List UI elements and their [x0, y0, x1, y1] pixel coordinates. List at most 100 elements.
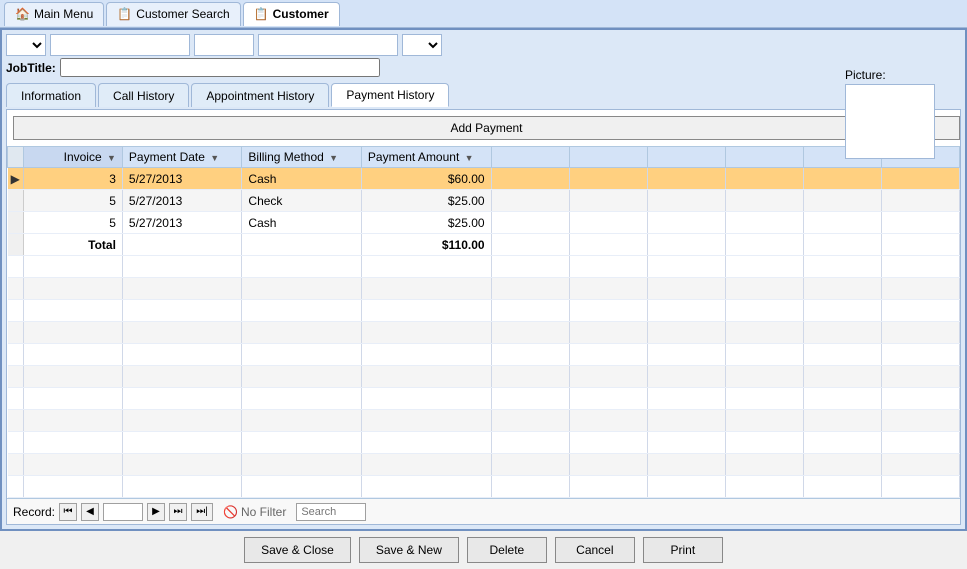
delete-button[interactable]: Delete	[467, 537, 547, 563]
cell-method-1: Cash	[242, 168, 361, 190]
invoice-sort-icon: ▼	[107, 153, 116, 163]
payment-amount-sort-icon: ▼	[465, 153, 474, 163]
cell-e4-1	[725, 168, 803, 190]
cell-e3-1	[647, 168, 725, 190]
tab-main-menu[interactable]: 🏠 Main Menu	[4, 2, 104, 26]
tab-main-menu-label: Main Menu	[34, 7, 93, 21]
first-name-input[interactable]: Test	[50, 34, 190, 56]
last-record-button[interactable]: ⏭	[169, 503, 187, 521]
suffix-dropdown[interactable]	[402, 34, 442, 56]
row-arrow-total	[8, 234, 24, 256]
cell-e4-2	[725, 190, 803, 212]
tab-information[interactable]: Information	[6, 83, 96, 107]
no-filter-section: 🚫 No Filter	[223, 505, 286, 519]
table-row[interactable]: 5 5/27/2013 Check $25.00	[8, 190, 960, 212]
title-dropdown[interactable]	[6, 34, 46, 56]
save-close-button[interactable]: Save & Close	[244, 537, 351, 563]
save-new-button[interactable]: Save & New	[359, 537, 459, 563]
billing-method-sort-icon: ▼	[329, 153, 338, 163]
cell-e5-2	[803, 190, 881, 212]
job-title-row: JobTitle:	[6, 58, 961, 77]
row-arrow-1: ▶	[8, 168, 24, 190]
table-row[interactable]: ▶ 3 5/27/2013 Cash $60.00	[8, 168, 960, 190]
col-extra4	[725, 147, 803, 168]
customer-search-icon: 📋	[117, 7, 132, 21]
empty-row	[8, 432, 960, 454]
tab-customer-search-label: Customer Search	[136, 7, 229, 21]
cell-amount-3: $25.00	[361, 212, 491, 234]
record-label: Record:	[13, 505, 55, 519]
col-payment-date-header[interactable]: Payment Date ▼	[122, 147, 242, 168]
table-row[interactable]: 5 5/27/2013 Cash $25.00	[8, 212, 960, 234]
cancel-button[interactable]: Cancel	[555, 537, 635, 563]
search-input[interactable]	[296, 503, 366, 521]
cell-total-amount: $110.00	[361, 234, 491, 256]
picture-label: Picture:	[845, 68, 945, 82]
cell-invoice-3: 5	[23, 212, 122, 234]
tab-customer-label: Customer	[273, 7, 329, 21]
tab-call-history[interactable]: Call History	[98, 83, 189, 107]
cell-te3	[647, 234, 725, 256]
empty-row	[8, 278, 960, 300]
cell-e6-2	[881, 190, 959, 212]
cell-e2-3	[569, 212, 647, 234]
cell-e5-1	[803, 168, 881, 190]
cell-e6-1	[881, 168, 959, 190]
empty-row	[8, 388, 960, 410]
job-title-input[interactable]	[60, 58, 380, 77]
col-billing-method-header[interactable]: Billing Method ▼	[242, 147, 361, 168]
cell-e2-2	[569, 190, 647, 212]
cell-te4	[725, 234, 803, 256]
outer-frame: Test Customer JobTitle: Picture: Informa…	[0, 28, 967, 531]
record-navigator: Record: ⏮ ◀ ▶ ⏭ ⏭| 🚫 No Filter	[7, 498, 960, 524]
tab-customer[interactable]: 📋 Customer	[243, 2, 340, 26]
cell-te5	[803, 234, 881, 256]
cell-e6-3	[881, 212, 959, 234]
col-payment-amount-header[interactable]: Payment Amount ▼	[361, 147, 491, 168]
cell-date-2: 5/27/2013	[122, 190, 242, 212]
col-invoice-header[interactable]: Invoice ▼	[23, 147, 122, 168]
cell-total-label: Total	[23, 234, 122, 256]
empty-row	[8, 256, 960, 278]
record-number-input[interactable]	[103, 503, 143, 521]
cell-e1-1	[491, 168, 569, 190]
empty-row	[8, 476, 960, 498]
new-record-button[interactable]: ⏭|	[191, 503, 213, 521]
tab-customer-search[interactable]: 📋 Customer Search	[106, 2, 240, 26]
cell-invoice-2: 5	[23, 190, 122, 212]
tab-payment-history[interactable]: Payment History	[331, 83, 449, 107]
cell-e4-3	[725, 212, 803, 234]
cell-e1-2	[491, 190, 569, 212]
table-body: ▶ 3 5/27/2013 Cash $60.00	[8, 168, 960, 499]
col-extra2	[569, 147, 647, 168]
cell-e1-3	[491, 212, 569, 234]
payment-table: Invoice ▼ Payment Date ▼ Billing Method …	[7, 146, 960, 498]
empty-row	[8, 366, 960, 388]
picture-box	[845, 84, 935, 159]
table-header-row: Invoice ▼ Payment Date ▼ Billing Method …	[8, 147, 960, 168]
no-filter-label: No Filter	[241, 505, 286, 519]
cell-total-method	[242, 234, 361, 256]
picture-section: Picture:	[845, 68, 945, 159]
tabs-row: Information Call History Appointment His…	[6, 83, 961, 107]
customer-icon: 📋	[254, 7, 269, 21]
print-button[interactable]: Print	[643, 537, 723, 563]
last-name-input[interactable]: Customer	[258, 34, 398, 56]
tab-appointment-history[interactable]: Appointment History	[191, 83, 329, 107]
cell-amount-1: $60.00	[361, 168, 491, 190]
middle-name-input[interactable]	[194, 34, 254, 56]
next-record-button[interactable]: ▶	[147, 503, 165, 521]
table-panel: Add Payment Invoice ▼ Payment Date ▼	[6, 109, 961, 525]
cell-te6	[881, 234, 959, 256]
cell-e3-3	[647, 212, 725, 234]
row-arrow-2	[8, 190, 24, 212]
cell-te2	[569, 234, 647, 256]
empty-row	[8, 300, 960, 322]
prev-record-button[interactable]: ◀	[81, 503, 99, 521]
add-payment-button[interactable]: Add Payment	[13, 116, 960, 140]
cell-method-3: Cash	[242, 212, 361, 234]
first-record-button[interactable]: ⏮	[59, 503, 77, 521]
payment-date-sort-icon: ▼	[210, 153, 219, 163]
cell-date-1: 5/27/2013	[122, 168, 242, 190]
empty-row	[8, 322, 960, 344]
